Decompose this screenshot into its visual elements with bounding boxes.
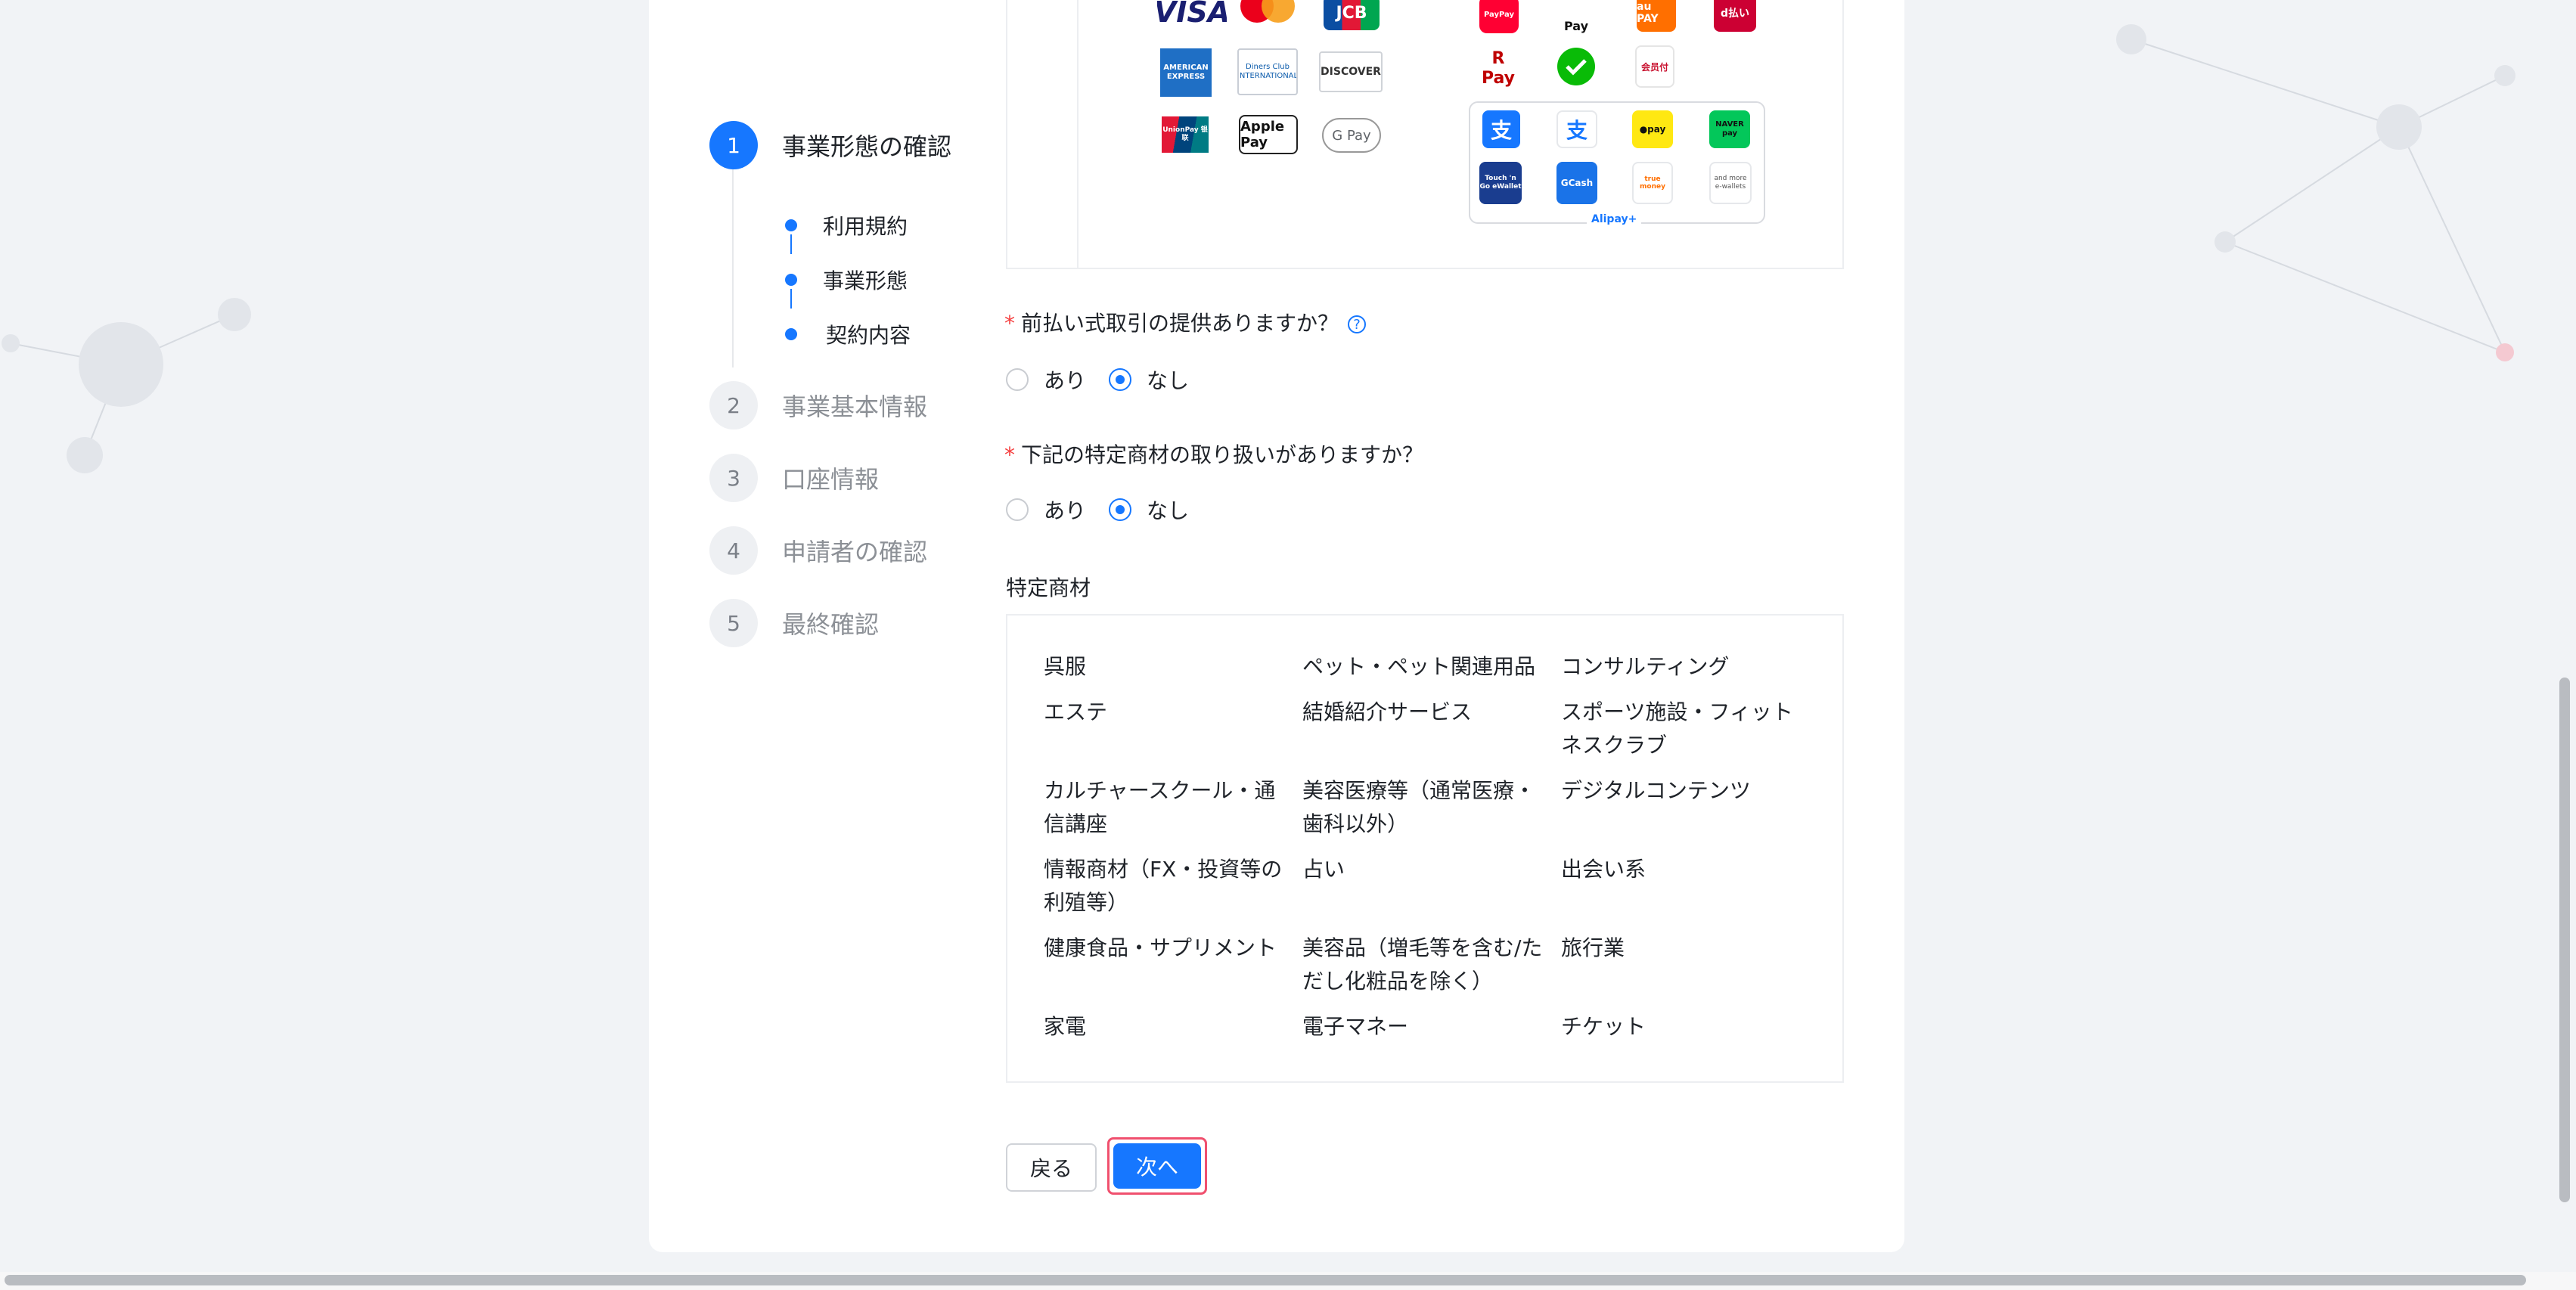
back-button[interactable]: 戻る [1006,1143,1097,1192]
touch-n-go-logo: Touch 'n Go eWallet [1479,162,1522,204]
step-3-label: 口座情報 [782,465,880,494]
substep-dot [785,274,797,286]
substep-terms[interactable]: 利用規約 [785,210,908,240]
goods-item: 美容医療等（通常医療・歯科以外） [1302,778,1536,836]
d-barai-logo: d払い [1714,0,1756,32]
diners-club-logo: Diners Club INTERNATIONAL [1237,48,1298,95]
substep-connector [790,289,792,309]
goods-item: 呉服 [1044,654,1087,679]
step-4-label: 申請者の確認 [782,538,928,566]
step-5-label: 最終確認 [782,610,880,639]
goods-item: 家電 [1044,1014,1087,1039]
radio-label: あり [1044,368,1087,393]
goods-item: ペット・ペット関連用品 [1302,654,1536,679]
substep-dot [785,328,797,340]
vertical-scrollbar[interactable] [2559,678,2570,1202]
goods-item: 結婚紹介サービス [1302,699,1473,724]
question-prepaid-text: 前払い式取引の提供ありますか？ [1021,311,1339,336]
step-5[interactable]: 5 最終確認 [709,599,879,647]
step-5-number: 5 [709,599,758,647]
goods-item: デジタルコンテンツ [1561,778,1751,803]
alipayhk-logo: 支 [1556,110,1597,148]
substep-label: 利用規約 [823,214,908,239]
goods-item: チケット [1561,1014,1646,1039]
required-mark: * [1004,311,1015,336]
step-3-number: 3 [709,454,758,502]
step-1-label: 事業形態の確認 [782,132,952,161]
substep-contract[interactable]: 契約内容 [785,319,911,349]
wechat-pay-logo [1557,48,1595,85]
substep-connector [790,234,792,254]
substep-label: 事業形態 [823,268,908,293]
substep-label: 契約内容 [826,323,911,348]
step-2-label: 事業基本情報 [782,392,928,421]
amex-logo: AMERICAN EXPRESS [1160,48,1212,97]
apple-pay-logo: Apple Pay [1239,115,1298,154]
horizontal-scrollbar[interactable] [5,1275,2526,1285]
radio-prepaid-yes[interactable]: あり [1006,364,1086,395]
required-mark: * [1004,442,1015,467]
goods-item: スポーツ施設・フィットネスクラブ [1561,699,1793,758]
radio-goods-no[interactable]: なし [1109,495,1189,525]
specific-goods-title: 特定商材 [1006,575,1091,600]
radio-label: なし [1147,498,1190,523]
alipay-plus-label: Alipay+ [1587,213,1642,225]
help-icon[interactable]: ? [1348,315,1367,333]
goods-item: 情報商材（FX・投資等の利殖等） [1044,857,1283,915]
truemoney-logo: true money [1632,162,1673,204]
goods-item: エステ [1044,699,1108,724]
goods-item: 出会い系 [1561,857,1646,882]
payment-panel-divider [1077,0,1079,268]
google-pay-logo: G Pay [1322,118,1381,153]
au-pay-logo: au PAY [1637,0,1676,32]
jcb-logo: JCB [1324,0,1380,30]
paypay-logo: PayPay [1479,0,1519,33]
step-3[interactable]: 3 口座情報 [709,454,879,502]
goods-item: コンサルティング [1561,654,1730,679]
unionpay-logo: UnionPay 银联 [1162,116,1209,153]
radio-circle-checked[interactable] [1109,368,1131,391]
visa-logo: VISA [1157,0,1227,29]
goods-item: 美容品（増毛等を含む/ただし化粧品を除く） [1302,935,1543,994]
member-pay-logo: 会员付 [1635,45,1674,88]
goods-item: カルチャースクール・通信講座 [1044,778,1276,836]
step-4-number: 4 [709,526,758,575]
question-specific-goods: * 下記の特定商材の取り扱いがありますか？ [1004,439,1423,469]
question-specific-goods-text: 下記の特定商材の取り扱いがありますか？ [1021,442,1424,467]
radio-label: あり [1044,498,1087,523]
substep-business-type[interactable]: 事業形態 [785,265,908,295]
step-2[interactable]: 2 事業基本情報 [709,381,927,429]
discover-logo: DISCOVER [1319,51,1383,92]
radio-circle[interactable] [1006,368,1029,391]
naver-pay-logo: NAVER pay [1709,110,1750,148]
radio-circle[interactable] [1006,498,1029,521]
step-2-number: 2 [709,381,758,429]
radio-circle-checked[interactable] [1109,498,1131,521]
substep-dot [785,219,797,231]
gcash-logo: GCash [1556,162,1597,204]
rakuten-pay-logo: R Pay [1481,49,1516,88]
pay-logo: Pay [1563,19,1589,33]
question-prepaid: * 前払い式取引の提供ありますか？? [1004,307,1367,337]
goods-item: 旅行業 [1561,935,1625,960]
next-button[interactable]: 次へ [1113,1143,1201,1189]
step-1-number: 1 [709,121,758,169]
radio-goods-yes[interactable]: あり [1006,495,1086,525]
more-ewallets-logo: and more e-wallets [1709,162,1752,204]
step-4[interactable]: 4 申請者の確認 [709,526,927,575]
goods-item: 占い [1302,857,1345,882]
goods-item: 電子マネー [1302,1014,1409,1039]
radio-prepaid-no[interactable]: なし [1109,364,1189,395]
radio-label: なし [1147,368,1190,393]
step-1[interactable]: 1 事業形態の確認 [709,121,951,169]
step-connector [732,169,734,367]
alipay-logo: 支 [1482,110,1520,148]
goods-item: 健康食品・サプリメント [1044,935,1277,960]
kakao-pay-logo: ●pay [1632,110,1673,148]
mastercard-logo [1240,0,1295,23]
